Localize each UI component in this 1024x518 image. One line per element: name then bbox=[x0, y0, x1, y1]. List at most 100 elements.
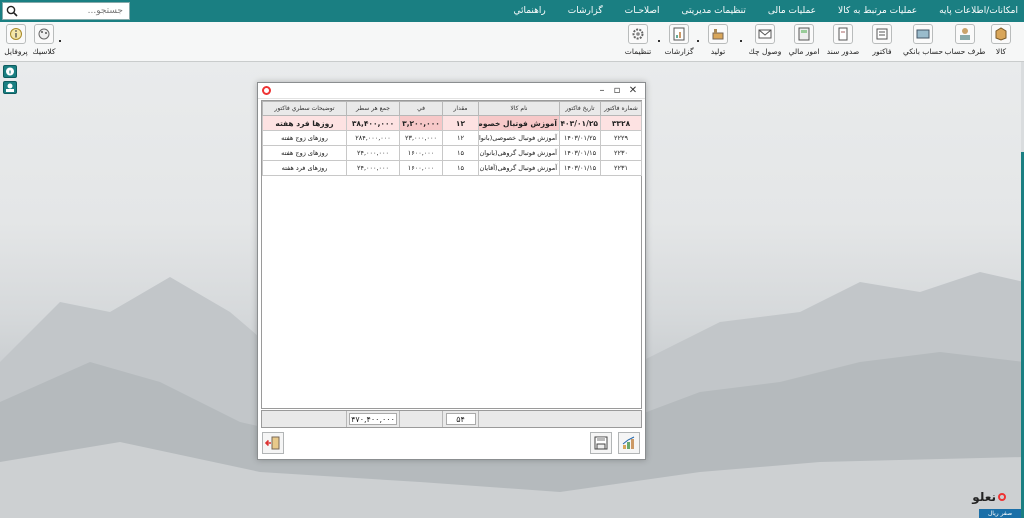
footer-sum-cell: ۴۷۰,۴۰۰,۰۰۰ bbox=[346, 411, 399, 427]
table-cell: ۱۶۰۰,۰۰۰ bbox=[399, 145, 443, 161]
person-icon bbox=[955, 24, 975, 44]
table-cell: ۱۵ bbox=[442, 160, 479, 176]
table-cell: ۱۲ bbox=[442, 130, 479, 146]
table-cell: ۱۴۰۳/۰۱/۱۵ bbox=[559, 160, 601, 176]
table-cell: آموزش فوتبال گروهی(آقایان) bbox=[478, 160, 560, 176]
brand-name: نعلو bbox=[972, 490, 996, 504]
table-cell: ۱۵ bbox=[442, 145, 479, 161]
chart-report-button[interactable] bbox=[618, 432, 640, 454]
table-cell: ۲۲۲۹ bbox=[600, 130, 642, 146]
toolbar-reports[interactable]: گزارشات bbox=[663, 24, 695, 56]
total-quantity: ۵۴ bbox=[445, 413, 476, 425]
invoice-icon bbox=[872, 24, 892, 44]
invoice-lines-grid: شماره فاكتور تاريخ فاكتور نام كالا مقدار… bbox=[261, 100, 642, 409]
column-header[interactable]: في bbox=[399, 101, 443, 116]
table-cell: آموزش فوتبال خصوصی(آقایان) bbox=[478, 115, 560, 131]
table-cell: آموزش فوتبال خصوصی(بانوان) bbox=[478, 130, 560, 146]
table-cell: ۱۴۰۳/۰۱/۲۵ bbox=[559, 115, 601, 131]
table-cell: ۲۳,۰۰۰,۰۰۰ bbox=[399, 130, 443, 146]
footer-spacer bbox=[478, 411, 641, 427]
total-sum: ۴۷۰,۴۰۰,۰۰۰ bbox=[349, 413, 397, 425]
menu-help[interactable]: راهنمائي bbox=[513, 6, 545, 16]
exit-door-icon bbox=[265, 436, 280, 450]
top-menu-bar: امکانات/اطلاعات پایه عملیات مرتبط به کال… bbox=[0, 0, 1024, 22]
table-cell: روزها فرد هفته bbox=[262, 115, 347, 131]
table-row[interactable]: ۲۲۲۹ ۱۴۰۳/۰۱/۲۵ آموزش فوتبال خصوصی(بانوا… bbox=[262, 130, 642, 146]
menu-basic-info[interactable]: امکانات/اطلاعات پایه bbox=[939, 6, 1018, 16]
corner-status-label: صفر ریال bbox=[979, 509, 1021, 518]
close-button[interactable]: ✕ bbox=[626, 84, 640, 97]
maximize-button[interactable]: ▫ bbox=[610, 84, 624, 97]
document-icon bbox=[833, 24, 853, 44]
menu-goods-operations[interactable]: عملیات مرتبط به کالا bbox=[838, 6, 917, 16]
info-side-button[interactable] bbox=[3, 65, 17, 78]
column-header[interactable]: تاريخ فاكتور bbox=[559, 101, 601, 116]
table-cell: ۲۲۳۰ bbox=[600, 145, 642, 161]
table-cell: ۳,۲۰۰,۰۰۰ bbox=[399, 115, 443, 131]
table-row[interactable]: ۲۲۳۰ ۱۴۰۳/۰۱/۱۵ آموزش فوتبال گروهی(بانوا… bbox=[262, 145, 642, 161]
search-box bbox=[2, 2, 130, 20]
table-cell: ۳۸,۴۰۰,۰۰۰ bbox=[346, 115, 400, 131]
report-icon bbox=[669, 24, 689, 44]
minimize-button[interactable]: – bbox=[595, 84, 609, 97]
table-cell: ۳۳۲۸ bbox=[600, 115, 642, 131]
table-row[interactable]: ۲۲۳۱ ۱۴۰۳/۰۱/۱۵ آموزش فوتبال گروهی(آقایا… bbox=[262, 160, 642, 176]
invoice-lines-table: شماره فاكتور تاريخ فاكتور نام كالا مقدار… bbox=[262, 101, 642, 176]
table-cell: ۱۲ bbox=[442, 115, 479, 131]
exit-button[interactable] bbox=[262, 432, 284, 454]
toolbar-invoice[interactable]: فاکتور bbox=[866, 24, 898, 56]
toolbar-goods[interactable]: کالا bbox=[985, 24, 1017, 56]
toolbar-check-collection[interactable]: وصول چك bbox=[749, 24, 781, 56]
save-disk-icon bbox=[594, 436, 608, 450]
table-row-selected[interactable]: ۳۳۲۸ ۱۴۰۳/۰۱/۲۵ آموزش فوتبال خصوصی(آقایا… bbox=[262, 115, 642, 131]
toolbar-settings[interactable]: تنظيمات bbox=[622, 24, 654, 56]
toolbar-classic[interactable]: كلاسيك bbox=[28, 24, 60, 56]
search-input[interactable] bbox=[21, 4, 125, 18]
user-side-button[interactable] bbox=[3, 81, 17, 94]
factory-icon bbox=[708, 24, 728, 44]
brand-logo: نعلو bbox=[972, 490, 1006, 504]
column-header[interactable]: نام كالا bbox=[478, 101, 560, 116]
calculator-icon bbox=[794, 24, 814, 44]
left-sidebar bbox=[0, 62, 18, 518]
palette-icon bbox=[34, 24, 54, 44]
table-cell: ۲۲۳۱ bbox=[600, 160, 642, 176]
search-icon[interactable] bbox=[3, 3, 21, 19]
menu-corrections[interactable]: اصلاحـات bbox=[625, 6, 660, 16]
menu-financial-operations[interactable]: عملیات مالی bbox=[768, 6, 816, 16]
toolbar-production[interactable]: توليد bbox=[702, 24, 734, 56]
toolbar-bank-account[interactable]: حساب بانکي bbox=[903, 24, 943, 56]
invoice-lines-dialog: – ▫ ✕ شماره فاكتور تاريخ فاكتور نام كالا… bbox=[257, 82, 646, 460]
brand-mark-icon bbox=[998, 493, 1006, 501]
toolbar-separator bbox=[658, 40, 660, 42]
dialog-titlebar: – ▫ ✕ bbox=[258, 83, 645, 99]
column-header[interactable]: شماره فاكتور bbox=[600, 101, 642, 116]
table-cell: روزهای زوج هفته bbox=[262, 130, 347, 146]
table-cell: روزهای فرد هفته bbox=[262, 160, 347, 176]
table-cell: ۲۴,۰۰۰,۰۰۰ bbox=[346, 160, 400, 176]
footer-spacer bbox=[399, 411, 442, 427]
toolbar-profile[interactable]: پروفايل bbox=[0, 24, 32, 56]
toolbar-separator bbox=[697, 40, 699, 42]
column-header[interactable]: مقدار bbox=[442, 101, 479, 116]
envelope-icon bbox=[755, 24, 775, 44]
table-cell: روزهای زوج هفته bbox=[262, 145, 347, 161]
toolbar-counterparty[interactable]: طرف حساب bbox=[945, 24, 985, 56]
column-header[interactable]: جمع هر سطر bbox=[346, 101, 400, 116]
table-cell: ۱۴۰۳/۰۱/۱۵ bbox=[559, 145, 601, 161]
save-button[interactable] bbox=[590, 432, 612, 454]
column-header[interactable]: توضيحات سطري فاكتور bbox=[262, 101, 347, 116]
table-cell: ۲۸۴,۰۰۰,۰۰۰ bbox=[346, 130, 400, 146]
table-cell: ۱۶۰۰,۰۰۰ bbox=[399, 160, 443, 176]
table-cell: ۱۴۰۳/۰۱/۲۵ bbox=[559, 130, 601, 146]
toolbar-issue-document[interactable]: صدور سند bbox=[827, 24, 859, 56]
main-menu: امکانات/اطلاعات پایه عملیات مرتبط به کال… bbox=[491, 0, 1018, 22]
gear-icon bbox=[628, 24, 648, 44]
menu-admin-settings[interactable]: تنظیمات مدیریتی bbox=[682, 6, 746, 16]
toolbar: کالا طرف حساب حساب بانکي فاکتور صدور سند… bbox=[0, 22, 1024, 62]
toolbar-separator bbox=[740, 40, 742, 42]
app-logo-icon bbox=[262, 86, 271, 95]
menu-reports[interactable]: گزارشات bbox=[568, 6, 603, 16]
toolbar-financial[interactable]: امور مالي bbox=[788, 24, 820, 56]
table-cell: ۲۴,۰۰۰,۰۰۰ bbox=[346, 145, 400, 161]
